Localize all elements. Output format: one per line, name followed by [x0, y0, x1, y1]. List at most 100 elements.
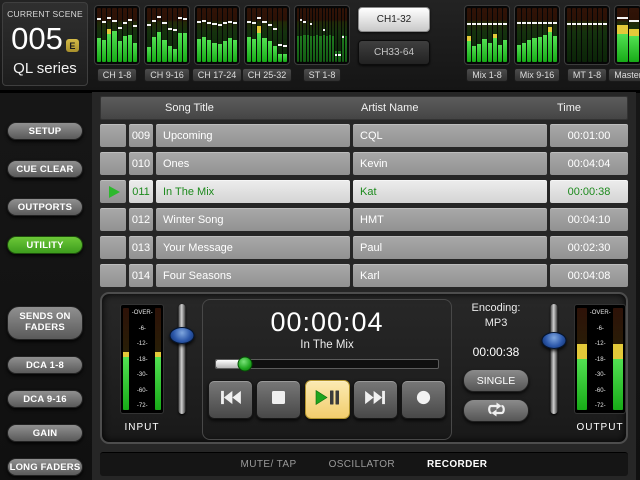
meter-bar-fill [107, 34, 111, 62]
meter-peak-hold [223, 22, 227, 24]
meter-scale-mark: -72- [589, 402, 610, 408]
meter-peak-hold [488, 23, 492, 25]
song-row-011[interactable]: 011In The MixKat00:00:38 [100, 180, 628, 203]
output-fader-knob[interactable] [542, 332, 567, 349]
meter-group-label-mix-9-16: Mix 9-16 [514, 68, 561, 82]
single-mode-button[interactable]: SINGLE [463, 369, 529, 392]
artist-name: Kevin [353, 152, 547, 175]
meter-peak-hold [278, 44, 282, 46]
meter-bar [477, 8, 481, 62]
meter-peak-hold [572, 23, 576, 25]
meter-bar [319, 8, 321, 62]
tab-recorder[interactable]: RECORDER [427, 459, 487, 470]
sidebar-button-dca-9-16[interactable]: DCA 9-16 [7, 390, 83, 408]
meter-group-ch-9-16: CH 9-16 [144, 5, 190, 82]
song-row-014[interactable]: 014Four SeasonsKarl00:04:08 [100, 264, 628, 287]
current-scene-panel[interactable]: CURRENT SCENE 005 E QL series [2, 2, 88, 86]
play-indicator-cell [100, 208, 126, 231]
sidebar-button-gain[interactable]: GAIN [7, 424, 83, 442]
song-title: Four Seasons [156, 264, 350, 287]
sidebar-button-setup[interactable]: SETUP [7, 122, 83, 140]
meter-display-ch-17-24 [194, 5, 240, 65]
meter-display-mix-1-8 [464, 5, 510, 65]
scene-number-row: 005 E [3, 20, 87, 56]
previous-track-button[interactable] [208, 380, 253, 419]
meter-scale-mark: -30- [131, 371, 152, 377]
meter-bar [197, 8, 201, 62]
meter-bar [593, 8, 597, 62]
meter-bar-fill [532, 38, 536, 62]
repeat-button[interactable] [463, 399, 529, 422]
meter-peak-hold [123, 22, 127, 24]
meter-bar [488, 8, 492, 62]
meter-bar-fill [323, 35, 325, 62]
meter-bar [577, 8, 581, 62]
meter-peak-hold [173, 29, 177, 31]
meter-peak-hold [252, 22, 256, 24]
song-title: Upcoming [156, 124, 350, 147]
meter-group-ch-25-32: CH 25-32 [244, 5, 290, 82]
next-icon [364, 389, 387, 411]
meter-bar-fill [316, 35, 318, 62]
play-pause-button[interactable] [305, 380, 350, 419]
meter-bar-fill [173, 49, 177, 62]
sidebar-button-long-faders[interactable]: LONG FADERS [7, 458, 83, 476]
bottom-tab-bar: MUTE/ TAP OSCILLATOR RECORDER [100, 452, 628, 476]
input-fader-knob[interactable] [170, 327, 195, 344]
meter-bar-fill [197, 39, 201, 62]
meter-bar-yellow [629, 29, 640, 37]
meter-peak-hold [247, 21, 251, 23]
output-fader[interactable] [542, 302, 566, 416]
record-button[interactable] [401, 380, 446, 419]
meter-peak-hold [593, 23, 597, 25]
meter-peak-hold [152, 20, 156, 22]
layer-button-ch1-32[interactable]: CH1-32 [358, 7, 430, 32]
output-fader-track [551, 304, 558, 414]
next-track-button[interactable] [353, 380, 398, 419]
stop-button[interactable] [256, 380, 301, 419]
meter-bar-fill [577, 359, 587, 410]
song-title: Winter Song [156, 208, 350, 231]
meter-bar-fill [498, 45, 502, 62]
meter-peak-hold [233, 22, 237, 24]
sidebar-button-utility[interactable]: UTILITY [7, 236, 83, 254]
meter-bar [522, 8, 526, 62]
progress-bar[interactable] [215, 359, 439, 369]
sidebar-button-dca-1-8[interactable]: DCA 1-8 [7, 356, 83, 374]
output-meter-bar-left [577, 308, 587, 410]
meter-bar [467, 8, 471, 62]
meter-bar [342, 8, 344, 62]
meter-bar-fill [467, 41, 471, 62]
tab-oscillator[interactable]: OSCILLATOR [329, 459, 395, 470]
meter-bar [202, 8, 206, 62]
layer-button-ch33-64[interactable]: CH33-64 [358, 40, 430, 65]
progress-handle[interactable] [237, 357, 252, 372]
meter-bar-fill [273, 46, 277, 62]
meter-bar-fill [629, 36, 640, 62]
meter-display-ch-25-32 [244, 5, 290, 65]
song-row-010[interactable]: 010OnesKevin00:04:04 [100, 152, 628, 175]
elapsed-time-display: 00:00:04 [203, 307, 451, 338]
meter-bar-fill [617, 34, 628, 62]
meter-peak-hold [548, 22, 552, 24]
tab-mute-tap[interactable]: MUTE/ TAP [241, 459, 297, 470]
meter-peak-hold [197, 21, 201, 23]
input-fader[interactable] [170, 302, 194, 416]
meter-bar-fill [613, 359, 623, 410]
sidebar-button-cue-clear[interactable]: CUE CLEAR [7, 160, 83, 178]
meter-scale-mark: -6- [589, 325, 610, 331]
song-row-013[interactable]: 013Your MessagePaul00:02:30 [100, 236, 628, 259]
meter-bar [313, 8, 315, 62]
prev-icon [219, 389, 242, 411]
meter-peak-hold [112, 20, 116, 22]
meter-bar-yellow [493, 34, 497, 38]
meter-bar-fill [112, 31, 116, 62]
sidebar-button-outports[interactable]: OUTPORTS [7, 198, 83, 216]
meter-bar-fill [472, 46, 476, 62]
meter-bar-fill [97, 38, 101, 62]
song-row-009[interactable]: 009UpcomingCQL00:01:00 [100, 124, 628, 147]
sidebar-button-sends-on-faders[interactable]: SENDS ON FADERS [7, 306, 83, 340]
meter-scale-mark: -72- [131, 402, 152, 408]
song-row-012[interactable]: 012Winter SongHMT00:04:10 [100, 208, 628, 231]
input-label: INPUT [110, 422, 174, 433]
